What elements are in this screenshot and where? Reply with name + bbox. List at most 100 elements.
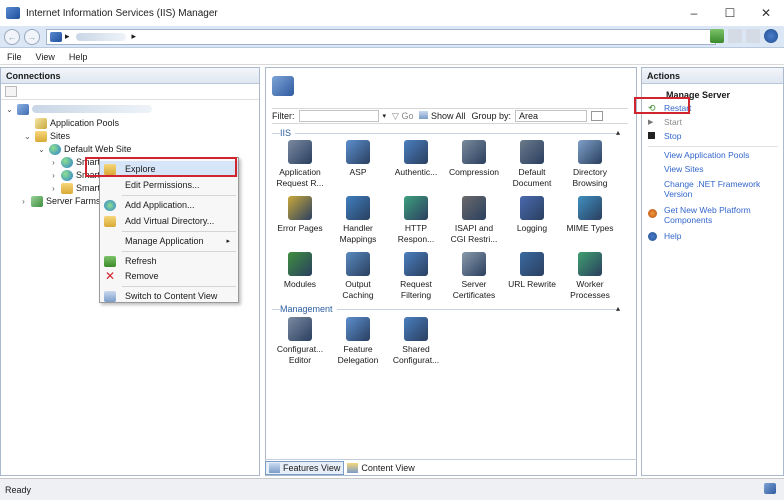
feature-management-2[interactable]: Shared Configurat... (388, 317, 444, 366)
feature-label: Application (279, 167, 321, 177)
forward-button[interactable]: → (24, 28, 40, 45)
filter-bar: Filter: ▾ ▽ Go Show All Group by: Area (272, 108, 628, 124)
feature-iis-2[interactable]: Authentic... (388, 140, 444, 178)
feature-iis-13[interactable]: Output Caching (330, 252, 386, 301)
application-pools-icon (35, 117, 47, 129)
menu-item-edit-permissions[interactable]: Edit Permissions... (100, 177, 238, 193)
menu-item-manage-application[interactable]: Manage Application ▸ (100, 233, 238, 249)
view-mode-icon[interactable] (591, 111, 604, 121)
actions-header: Actions (642, 68, 783, 84)
connect-icon[interactable] (5, 86, 17, 97)
show-all-button[interactable]: Show All (419, 111, 466, 121)
collapse-management-icon[interactable]: ▴ (616, 304, 620, 313)
tab-label: Content View (361, 462, 415, 473)
filter-label: Filter: (272, 111, 295, 121)
tab-content-view[interactable]: Content View (344, 461, 417, 475)
feature-iis-1[interactable]: ASP (330, 140, 386, 178)
actions-pane: Actions Manage Server ⟲ Restart ▶ Start … (641, 67, 784, 476)
filter-dropdown-icon[interactable]: ▾ (383, 112, 387, 120)
menu-item-switch-content-view[interactable]: Switch to Content View (100, 288, 238, 304)
tree-node-default-web-site[interactable]: ⌄ Default Web Site (37, 143, 131, 155)
feature-icon (520, 252, 544, 276)
feature-label: Request (400, 279, 432, 289)
green-toolbar-icon[interactable] (710, 29, 724, 43)
web-platform-icon (648, 209, 657, 218)
tree-node-server[interactable]: ⌄ (5, 103, 152, 115)
menu-item-add-virtual-directory[interactable]: Add Virtual Directory... (100, 213, 238, 229)
tree-node-application-pools[interactable]: Application Pools (23, 117, 119, 129)
group-by-select[interactable]: Area (515, 110, 588, 122)
menu-item-add-application[interactable]: Add Application... (100, 197, 238, 213)
action-start[interactable]: Start (664, 117, 779, 127)
action-view-sites[interactable]: View Sites (664, 164, 779, 174)
view-tabs: Features View Content View (265, 459, 637, 475)
feature-iis-16[interactable]: URL Rewrite (504, 252, 560, 290)
feature-iis-4[interactable]: Default Document (504, 140, 560, 189)
feature-iis-9[interactable]: ISAPI and CGI Restri... (446, 196, 502, 245)
feature-icon (578, 252, 602, 276)
feature-iis-6[interactable]: Error Pages (272, 196, 328, 234)
feature-iis-14[interactable]: Request Filtering (388, 252, 444, 301)
feature-label: Processes (570, 290, 610, 300)
feature-iis-17[interactable]: Worker Processes (562, 252, 618, 301)
filter-input[interactable] (298, 110, 379, 122)
feature-iis-8[interactable]: HTTP Respon... (388, 196, 444, 245)
action-change-net-framework[interactable]: Change .NET Framework Version (664, 179, 779, 199)
action-view-application-pools[interactable]: View Application Pools (664, 150, 779, 160)
menu-view[interactable]: View (29, 52, 62, 62)
tree-node-server-farms[interactable]: › Server Farms (19, 195, 101, 207)
action-stop[interactable]: Stop (664, 131, 779, 141)
collapse-iis-icon[interactable]: ▴ (616, 128, 620, 137)
feature-label: Document (512, 178, 552, 188)
content-view-icon (347, 462, 359, 473)
help-icon[interactable] (764, 29, 778, 43)
feature-label: Browsing (572, 178, 608, 188)
expand-arrow-icon[interactable]: ⌄ (5, 105, 14, 114)
feature-label: MIME Types (566, 223, 614, 233)
minimize-button[interactable]: – (676, 0, 712, 26)
tree-node-sites[interactable]: ⌄ Sites (23, 130, 70, 142)
feature-label: Configurat... (392, 355, 440, 365)
menu-file[interactable]: File (0, 52, 29, 62)
expand-arrow-icon[interactable]: › (49, 158, 58, 167)
feature-iis-5[interactable]: Directory Browsing (562, 140, 618, 189)
expand-arrow-icon[interactable]: ⌄ (23, 132, 32, 141)
feature-management-1[interactable]: Feature Delegation (330, 317, 386, 366)
section-iis[interactable]: IIS (280, 128, 296, 138)
feature-management-0[interactable]: Configurat... Editor (272, 317, 328, 366)
menu-item-label: Add Application... (125, 200, 195, 210)
refresh-toolbar-icon[interactable] (746, 29, 760, 43)
feature-iis-7[interactable]: Handler Mappings (330, 196, 386, 245)
maximize-button[interactable]: ☐ (712, 0, 748, 26)
action-help[interactable]: Help (664, 231, 779, 241)
close-button[interactable]: ✕ (748, 0, 784, 26)
menu-help[interactable]: Help (62, 52, 95, 62)
feature-icon (346, 196, 370, 220)
tree-node-site[interactable]: › SmartS (49, 182, 106, 194)
expand-arrow-icon[interactable]: › (19, 197, 28, 206)
menu-item-refresh[interactable]: Refresh (100, 253, 238, 269)
connections-toolbar (1, 84, 259, 100)
help-icon (648, 232, 657, 241)
menu-item-remove[interactable]: ✕ Remove (100, 268, 238, 284)
back-button[interactable]: ← (4, 28, 20, 45)
feature-iis-3[interactable]: Compression (446, 140, 502, 178)
action-get-web-platform[interactable]: Get New Web Platform Components (664, 205, 779, 225)
feature-iis-12[interactable]: Modules (272, 252, 328, 290)
expand-arrow-icon[interactable]: ⌄ (37, 145, 46, 154)
expand-arrow-icon[interactable]: › (49, 171, 58, 180)
mail-icon[interactable] (728, 29, 742, 43)
tab-features-view[interactable]: Features View (265, 460, 345, 475)
feature-iis-10[interactable]: Logging (504, 196, 560, 234)
feature-icon (578, 196, 602, 220)
section-management[interactable]: Management (280, 304, 337, 314)
address-path[interactable]: ▸ ▸ (46, 28, 716, 45)
tree-label: Sites (50, 131, 71, 141)
feature-iis-11[interactable]: MIME Types (562, 196, 618, 234)
server-icon (272, 76, 294, 96)
feature-iis-0[interactable]: Application Request R... (272, 140, 328, 189)
feature-icon (520, 196, 544, 220)
expand-arrow-icon[interactable]: › (49, 184, 58, 193)
go-button[interactable]: ▽ Go (392, 111, 413, 122)
feature-iis-15[interactable]: Server Certificates (446, 252, 502, 301)
